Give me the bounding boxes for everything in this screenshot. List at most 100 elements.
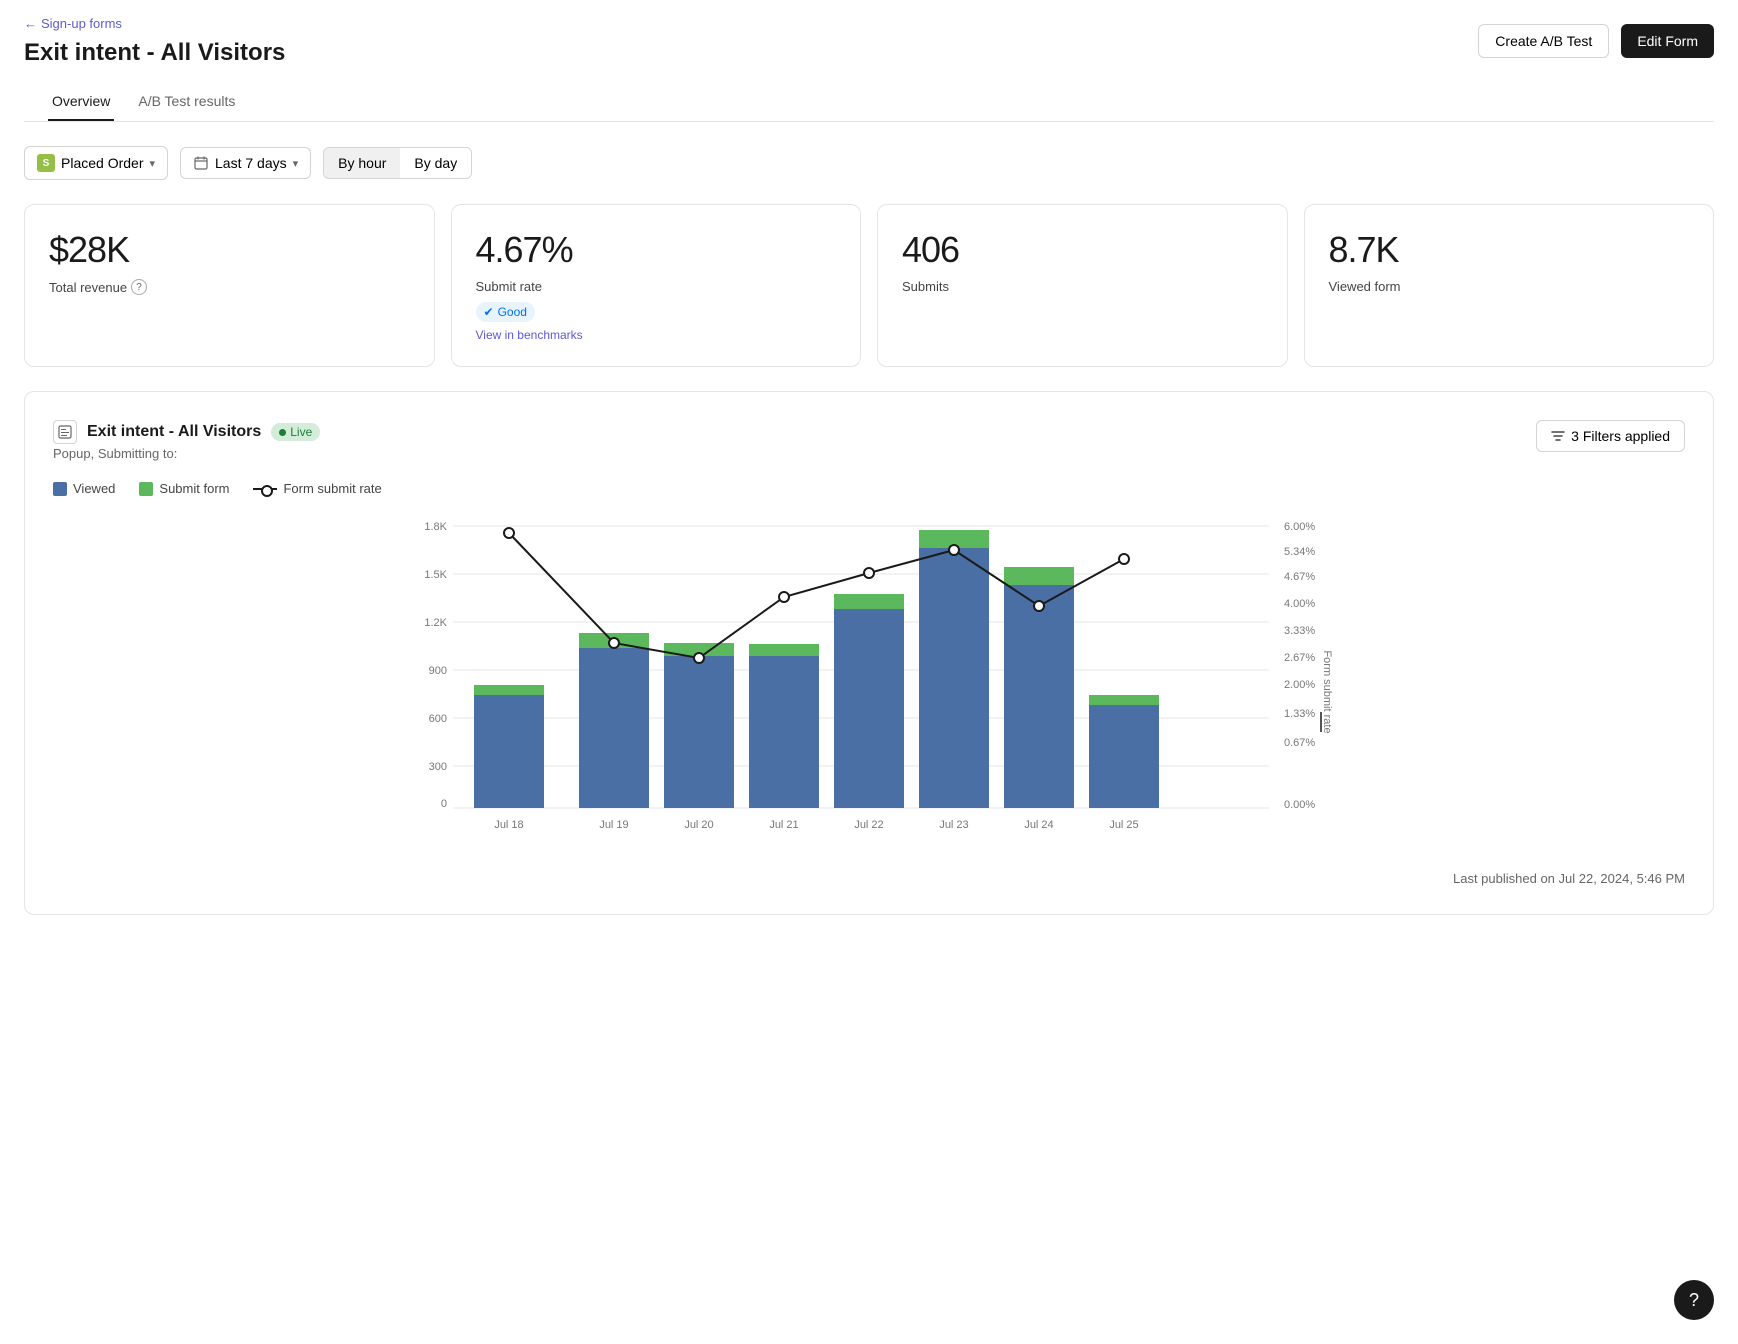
good-badge: ✔ Good	[476, 302, 535, 322]
legend-submit-form: Submit form	[139, 481, 229, 496]
chart-title: Exit intent - All Visitors	[87, 423, 261, 441]
svg-text:300: 300	[429, 761, 447, 773]
svg-text:1.2K: 1.2K	[424, 617, 447, 629]
svg-text:Jul 18: Jul 18	[494, 819, 523, 831]
time-toggle: By hour By day	[323, 147, 472, 179]
svg-text:1.5K: 1.5K	[424, 569, 447, 581]
placed-order-filter[interactable]: S Placed Order ▾	[24, 146, 168, 180]
bar-jul24-viewed	[1004, 585, 1074, 808]
submits-card: 406 Submits	[877, 204, 1288, 367]
viewed-form-label: Viewed form	[1329, 279, 1690, 294]
bar-jul21-viewed	[749, 656, 819, 808]
svg-text:Jul 22: Jul 22	[854, 819, 883, 831]
svg-text:0.67%: 0.67%	[1284, 737, 1315, 749]
svg-text:1.33%: 1.33%	[1284, 708, 1315, 720]
benchmark-link[interactable]: View in benchmarks	[476, 328, 837, 342]
svg-text:Jul 24: Jul 24	[1024, 819, 1053, 831]
submit-form-color	[139, 482, 153, 496]
total-revenue-label: Total revenue ?	[49, 279, 410, 295]
right-axis-label: Form submit rate	[1321, 650, 1333, 733]
dot-jul22	[864, 568, 874, 578]
date-range-filter[interactable]: Last 7 days ▾	[180, 147, 311, 179]
bar-jul20-viewed	[664, 655, 734, 808]
tab-ab-test[interactable]: A/B Test results	[134, 83, 239, 121]
submit-rate-value: 4.67%	[476, 229, 837, 271]
svg-text:4.00%: 4.00%	[1284, 598, 1315, 610]
svg-text:0: 0	[441, 798, 447, 810]
edit-form-button[interactable]: Edit Form	[1621, 24, 1714, 58]
by-hour-button[interactable]: By hour	[324, 148, 400, 178]
filters-applied-button[interactable]: 3 Filters applied	[1536, 420, 1685, 452]
filters-applied-label: 3 Filters applied	[1571, 428, 1670, 444]
svg-text:6.00%: 6.00%	[1284, 521, 1315, 533]
viewed-color	[53, 482, 67, 496]
page-title: Exit intent - All Visitors	[24, 39, 1714, 67]
dot-jul19	[609, 638, 619, 648]
legend-form-submit-rate: Form submit rate	[253, 481, 381, 496]
chart-footer: Last published on Jul 22, 2024, 5:46 PM	[53, 871, 1685, 886]
help-button[interactable]: ?	[1674, 1280, 1714, 1320]
filter-bar: S Placed Order ▾ Last 7 days ▾ By hour B…	[24, 146, 1714, 180]
svg-text:Jul 25: Jul 25	[1109, 819, 1138, 831]
bar-jul25-viewed	[1089, 705, 1159, 808]
svg-text:Jul 20: Jul 20	[684, 819, 713, 831]
stats-row: $28K Total revenue ? 4.67% Submit rate ✔…	[24, 204, 1714, 367]
dot-jul21	[779, 592, 789, 602]
create-ab-test-button[interactable]: Create A/B Test	[1478, 24, 1609, 58]
submit-rate-label: Submit rate	[476, 279, 837, 294]
svg-text:1.8K: 1.8K	[424, 521, 447, 533]
svg-text:900: 900	[429, 665, 447, 677]
legend-viewed: Viewed	[53, 481, 115, 496]
svg-text:0.00%: 0.00%	[1284, 799, 1315, 811]
submits-label: Submits	[902, 279, 1263, 294]
dot-jul18	[504, 528, 514, 538]
svg-text:600: 600	[429, 713, 447, 725]
back-link[interactable]: Sign-up forms	[24, 16, 1714, 31]
svg-text:Jul 23: Jul 23	[939, 819, 968, 831]
shopify-icon: S	[37, 154, 55, 172]
dot-jul25	[1119, 554, 1129, 564]
svg-text:4.67%: 4.67%	[1284, 571, 1315, 583]
svg-text:5.34%: 5.34%	[1284, 546, 1315, 558]
bar-jul25-submit	[1089, 695, 1159, 705]
total-revenue-help-icon[interactable]: ?	[131, 279, 147, 295]
chart-svg: 1.8K 1.5K 1.2K 900 600 300 0	[53, 512, 1685, 852]
chart-form-icon	[53, 420, 77, 444]
dot-jul20	[694, 653, 704, 663]
svg-text:2.00%: 2.00%	[1284, 679, 1315, 691]
submits-value: 406	[902, 229, 1263, 271]
svg-text:Jul 19: Jul 19	[599, 819, 628, 831]
placed-order-label: Placed Order	[61, 155, 143, 171]
svg-text:3.33%: 3.33%	[1284, 625, 1315, 637]
chevron-down-icon2: ▾	[293, 157, 299, 170]
calendar-icon	[193, 155, 209, 171]
tab-overview[interactable]: Overview	[48, 83, 114, 121]
total-revenue-value: $28K	[49, 229, 410, 271]
dot-jul24	[1034, 601, 1044, 611]
check-icon: ✔	[484, 305, 494, 319]
bar-jul19-viewed	[579, 648, 649, 808]
bar-jul23-viewed	[919, 548, 989, 808]
live-dot	[279, 429, 286, 436]
chart-section: Exit intent - All Visitors Live Popup, S…	[24, 391, 1714, 915]
svg-text:2.67%: 2.67%	[1284, 652, 1315, 664]
chevron-down-icon: ▾	[149, 157, 155, 170]
bar-jul22-viewed	[834, 609, 904, 808]
by-day-button[interactable]: By day	[400, 148, 471, 178]
submit-rate-card: 4.67% Submit rate ✔ Good View in benchma…	[451, 204, 862, 367]
chart-subtitle: Popup, Submitting to:	[53, 446, 320, 461]
bar-jul22-submit	[834, 594, 904, 609]
live-badge: Live	[271, 423, 320, 441]
viewed-form-value: 8.7K	[1329, 229, 1690, 271]
bar-jul24-submit	[1004, 567, 1074, 585]
bar-jul18-submit	[474, 685, 544, 695]
bar-jul21-submit	[749, 644, 819, 656]
svg-text:Jul 21: Jul 21	[769, 819, 798, 831]
rate-line-icon	[253, 488, 277, 490]
date-range-label: Last 7 days	[215, 155, 287, 171]
total-revenue-card: $28K Total revenue ?	[24, 204, 435, 367]
good-label: Good	[498, 305, 527, 319]
chart-legend: Viewed Submit form Form submit rate	[53, 481, 1685, 496]
tabs-container: Overview A/B Test results	[24, 83, 1714, 122]
viewed-form-card: 8.7K Viewed form	[1304, 204, 1715, 367]
